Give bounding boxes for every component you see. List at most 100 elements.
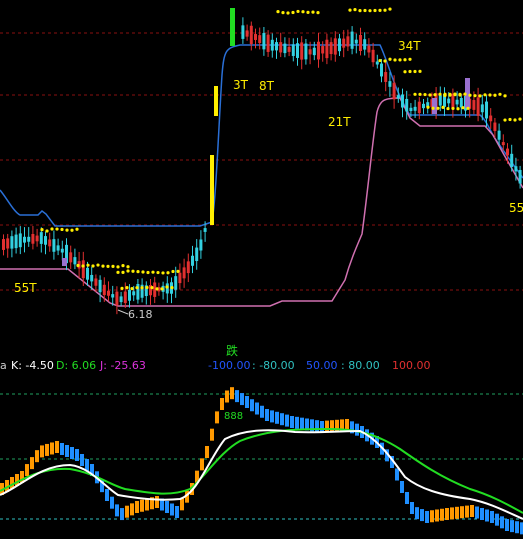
kdj-histogram — [0, 387, 523, 535]
signal-dot — [488, 93, 492, 97]
signal-dot — [448, 93, 452, 97]
signal-dot — [493, 93, 497, 97]
kdj-step-bar — [155, 496, 159, 508]
signal-dot — [426, 105, 430, 109]
candle-body — [300, 42, 304, 60]
signal-dot — [348, 8, 352, 12]
candle-body — [258, 35, 262, 44]
kdj-step-bar — [165, 501, 169, 513]
kdj-step-bar — [200, 458, 204, 471]
signal-dot — [498, 92, 502, 96]
signal-dot — [166, 271, 170, 275]
candle-body — [86, 267, 89, 280]
candle-body — [354, 39, 358, 44]
candle-body — [287, 46, 291, 52]
breakout-bar — [210, 155, 214, 225]
kdj-step-bar — [115, 504, 119, 517]
signal-dot — [441, 105, 445, 109]
signal-dot — [403, 70, 407, 74]
stock-chart-window: 55T 3T 8T 34T 21T 55 6.18 跌 a K: -4.50 D… — [0, 0, 523, 539]
price-panel[interactable]: 55T 3T 8T 34T 21T 55 6.18 — [0, 0, 523, 340]
signal-dot — [136, 270, 140, 274]
kdj-step-bar — [75, 449, 79, 461]
signal-dot — [126, 269, 130, 273]
candle-body — [432, 98, 437, 114]
candle-body — [266, 34, 270, 52]
signal-dot — [126, 265, 130, 269]
signal-dot — [461, 106, 465, 110]
kdj-step-bar — [235, 390, 239, 403]
kdj-panel[interactable]: 888 — [0, 377, 523, 539]
candle-body — [493, 122, 497, 132]
signal-dot — [86, 263, 90, 267]
candle-body — [35, 235, 39, 242]
candle-body — [413, 106, 417, 111]
candle-body — [90, 274, 94, 282]
kdj-step-bar — [265, 409, 269, 421]
kdj-step-bar — [220, 398, 224, 410]
signal-dot — [81, 264, 85, 268]
signal-dot — [418, 69, 422, 73]
signal-dot — [353, 7, 357, 12]
kdj-step-bar — [65, 445, 69, 457]
candle-body — [317, 41, 320, 60]
kdj-step-bar — [270, 410, 274, 423]
candle-body — [44, 236, 47, 245]
candle-body — [325, 39, 329, 59]
kdj-step-bar — [515, 521, 519, 534]
candle-body — [123, 291, 127, 304]
k-value: K: -4.50 — [11, 359, 54, 372]
kdj-step-bar — [230, 387, 234, 400]
candle-body — [321, 46, 325, 54]
signal-dot — [393, 58, 397, 62]
candle-body — [31, 234, 35, 244]
kdj-step-bar — [435, 509, 439, 522]
kdj-step-bar — [205, 446, 209, 458]
signal-dot — [463, 92, 467, 96]
signal-dot — [408, 69, 412, 74]
candle-body — [518, 170, 522, 184]
kdj-step-bar — [285, 414, 289, 427]
kdj-step-bar — [25, 464, 29, 477]
candle-body — [346, 36, 350, 47]
candle-body — [417, 101, 421, 114]
signal-dot — [96, 263, 100, 267]
peak-label: 888 — [224, 411, 243, 422]
signal-dot — [276, 10, 280, 14]
candle-body — [2, 239, 5, 250]
kdj-step-bar — [175, 506, 179, 518]
signal-dot — [291, 10, 295, 15]
signal-dot — [171, 269, 175, 274]
kdj-step-bar — [300, 417, 304, 430]
kdj-step-bar — [500, 516, 504, 529]
candle-body — [27, 236, 31, 242]
candle-body — [333, 38, 337, 55]
signal-dot — [363, 8, 367, 13]
kdj-step-bar — [330, 420, 334, 433]
kdj-step-bar — [215, 411, 219, 424]
candle-body — [447, 98, 451, 104]
kdj-step-bar — [145, 498, 149, 511]
candle-body — [241, 25, 245, 39]
candle-body — [111, 294, 115, 298]
candle-body — [506, 148, 509, 156]
kdj-step-bar — [415, 507, 419, 520]
signal-dot — [503, 118, 507, 122]
candle-body — [14, 234, 18, 249]
candle-body — [174, 276, 178, 290]
signal-dot — [116, 265, 120, 269]
signal-dot — [50, 227, 54, 231]
kdj-step-bar — [260, 405, 264, 418]
signal-dot — [125, 285, 129, 290]
candle-body — [401, 94, 404, 108]
candle-body — [115, 291, 119, 306]
candle-body — [501, 142, 505, 146]
candle-body — [296, 43, 299, 58]
signal-dot — [418, 92, 422, 96]
breakout-bar — [214, 86, 218, 116]
signal-dot — [296, 9, 300, 14]
signal-dot — [281, 11, 285, 15]
signal-dot — [91, 264, 95, 268]
kdj-step-bar — [480, 508, 484, 520]
signal-dot — [151, 270, 155, 274]
